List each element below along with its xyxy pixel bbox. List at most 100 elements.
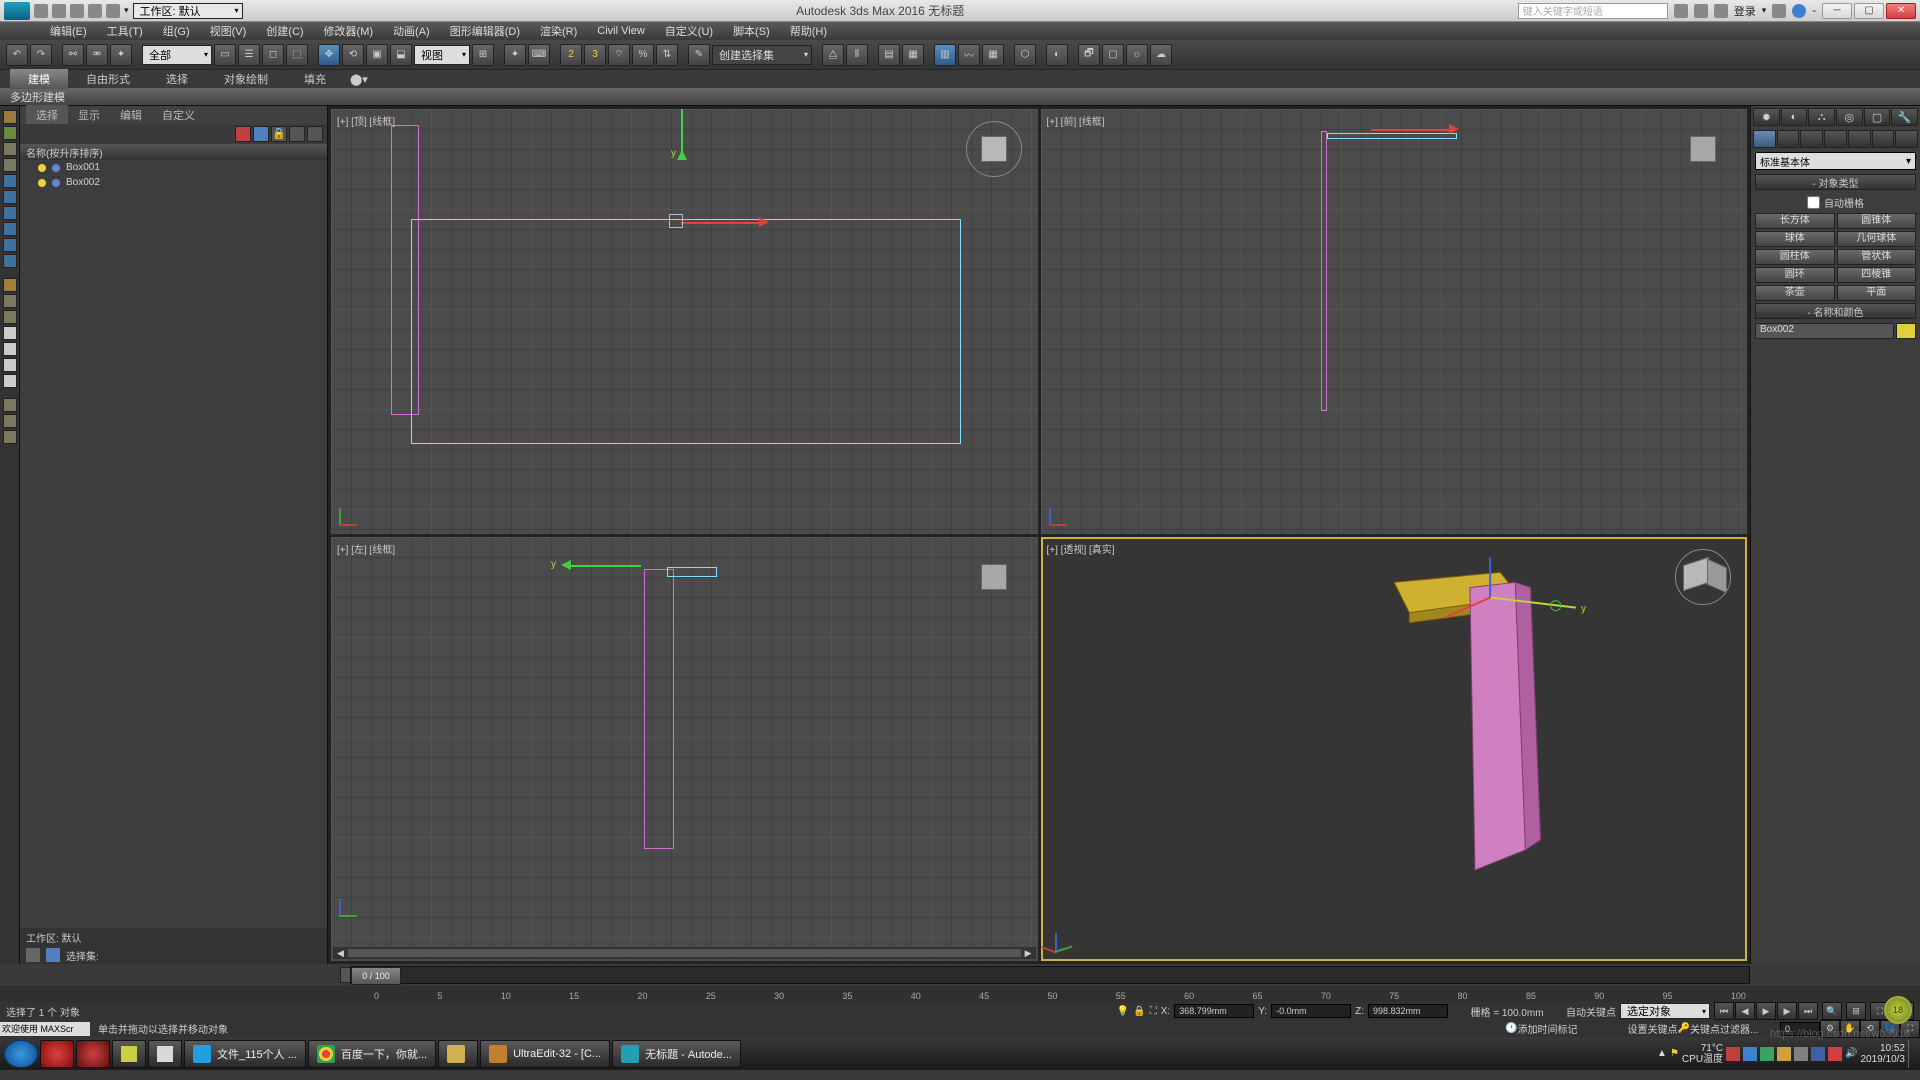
- se-icon[interactable]: [26, 948, 40, 962]
- close-button[interactable]: ✕: [1886, 3, 1916, 19]
- unlink-button[interactable]: ⚮: [86, 44, 108, 66]
- lock-icon[interactable]: 🔒: [1133, 1006, 1145, 1017]
- ribbon-toggle-icon[interactable]: ⬤▾: [344, 73, 374, 86]
- move-button[interactable]: ✥: [318, 44, 340, 66]
- help-icon[interactable]: [1792, 4, 1806, 18]
- tray-volume-icon[interactable]: 🔊: [1845, 1048, 1857, 1059]
- sub-shapes[interactable]: [1777, 130, 1800, 148]
- menu-edit[interactable]: 编辑(E): [40, 21, 97, 41]
- viewcube[interactable]: [1673, 119, 1733, 179]
- rotate-button[interactable]: ⟲: [342, 44, 364, 66]
- lt-icon[interactable]: [3, 326, 17, 340]
- lt-icon[interactable]: [3, 222, 17, 236]
- angle-snap-button[interactable]: ⌔: [608, 44, 630, 66]
- se-tab-edit[interactable]: 编辑: [110, 105, 152, 125]
- se-delete-icon[interactable]: [235, 126, 251, 142]
- key-icon[interactable]: 🔑: [1678, 1023, 1690, 1034]
- ribbon-tab-selection[interactable]: 选择: [148, 69, 206, 89]
- clock-time[interactable]: 10:52: [1861, 1043, 1906, 1054]
- se-icon[interactable]: [307, 126, 323, 142]
- play[interactable]: ▶: [1756, 1002, 1776, 1020]
- system-tray[interactable]: ▲ ⚑ 71°C CPU温度 🔊 10:52 2019/10/3: [1657, 1040, 1916, 1068]
- menu-civilview[interactable]: Civil View: [587, 23, 654, 39]
- menu-rendering[interactable]: 渲染(R): [530, 21, 587, 41]
- se-lock-icon[interactable]: 🔒: [271, 126, 287, 142]
- viewnav-pan[interactable]: ✋: [1840, 1020, 1860, 1038]
- filter-dropdown[interactable]: 全部: [142, 45, 212, 65]
- viewport-top[interactable]: [+] [顶] [线框] y: [331, 109, 1038, 534]
- sub-helpers[interactable]: [1848, 130, 1871, 148]
- lt-icon[interactable]: [3, 110, 17, 124]
- obj-teapot[interactable]: 茶壶: [1755, 285, 1835, 301]
- tray-icon[interactable]: [1794, 1047, 1808, 1061]
- isolate-icon[interactable]: 💡: [1117, 1006, 1129, 1017]
- object-name-input[interactable]: Box002: [1755, 323, 1894, 339]
- link-button[interactable]: ⚯: [62, 44, 84, 66]
- cmd-tab-utilities[interactable]: 🔧: [1891, 108, 1918, 126]
- rollout-objtype[interactable]: - 对象类型: [1755, 174, 1916, 190]
- next-frame[interactable]: ▶: [1777, 1002, 1797, 1020]
- obj-sphere[interactable]: 球体: [1755, 231, 1835, 247]
- time-track[interactable]: 0 / 100: [350, 966, 1750, 984]
- app-menu-icon[interactable]: [4, 2, 30, 20]
- tray-icon[interactable]: [1743, 1047, 1757, 1061]
- viewcube[interactable]: [964, 119, 1024, 179]
- viewport-label[interactable]: [+] [左] [线框]: [337, 541, 395, 556]
- taskbar-pin[interactable]: [148, 1040, 182, 1068]
- se-icon[interactable]: [289, 126, 305, 142]
- qat-undo-icon[interactable]: [88, 4, 102, 18]
- obj-cone[interactable]: 圆锥体: [1837, 213, 1917, 229]
- curve-editor-button[interactable]: 〰: [958, 44, 980, 66]
- coord-mode-icon[interactable]: ⛶: [1150, 1006, 1157, 1017]
- viewport-label[interactable]: [+] [顶] [线框]: [337, 113, 395, 128]
- spinner-snap-button[interactable]: ⇅: [656, 44, 678, 66]
- lt-icon[interactable]: [3, 238, 17, 252]
- rollout-namecolor[interactable]: - 名称和颜色: [1755, 303, 1916, 319]
- taskbar-pin[interactable]: [40, 1040, 74, 1068]
- menu-group[interactable]: 组(G): [153, 21, 200, 41]
- redo-button[interactable]: ↷: [30, 44, 52, 66]
- ribbon-tab-freeform[interactable]: 自由形式: [68, 69, 148, 89]
- placement-button[interactable]: ⬓: [390, 44, 412, 66]
- sub-space[interactable]: [1872, 130, 1895, 148]
- prev-frame[interactable]: ◀: [1735, 1002, 1755, 1020]
- lt-icon[interactable]: [3, 206, 17, 220]
- time-config[interactable]: ⚙: [1820, 1020, 1840, 1038]
- ribbon-tab-modeling[interactable]: 建模: [10, 69, 68, 89]
- qat-save-icon[interactable]: [70, 4, 84, 18]
- lt-icon[interactable]: [3, 174, 17, 188]
- sub-systems[interactable]: [1895, 130, 1918, 148]
- se-icon[interactable]: [46, 948, 60, 962]
- cmd-tab-display[interactable]: ▢: [1864, 108, 1891, 126]
- bind-button[interactable]: ✦: [110, 44, 132, 66]
- menu-help[interactable]: 帮助(H): [780, 21, 837, 41]
- coord-y[interactable]: -0.0mm: [1271, 1004, 1351, 1018]
- obj-torus[interactable]: 圆环: [1755, 267, 1835, 283]
- scrollbar[interactable]: ◀▶: [333, 947, 1036, 959]
- schematic-button[interactable]: ⬡: [1014, 44, 1036, 66]
- autogrid-checkbox[interactable]: [1807, 196, 1820, 209]
- coord-z[interactable]: 998.832mm: [1368, 1004, 1448, 1018]
- selection-set-dropdown[interactable]: 创建选择集: [712, 45, 812, 65]
- qat-new-icon[interactable]: [34, 4, 48, 18]
- tray-expand-icon[interactable]: ▲: [1657, 1048, 1667, 1059]
- keymode-dropdown[interactable]: 选定对象: [1620, 1003, 1710, 1019]
- qat-open-icon[interactable]: [52, 4, 66, 18]
- tray-icon[interactable]: [1811, 1047, 1825, 1061]
- se-list[interactable]: Box001 Box002: [20, 160, 327, 928]
- list-item[interactable]: Box002: [20, 175, 327, 190]
- badge-icon[interactable]: 18: [1884, 996, 1912, 1024]
- viewport-perspective[interactable]: [+] [透视] [真实] y: [1041, 537, 1748, 962]
- window-cross-button[interactable]: ⬚: [286, 44, 308, 66]
- maxscript-listener[interactable]: 欢迎使用 MAXScr: [0, 1022, 90, 1036]
- start-button[interactable]: [4, 1040, 38, 1068]
- mirror-button[interactable]: ⧋: [822, 44, 844, 66]
- visibility-icon[interactable]: [38, 179, 46, 187]
- add-time-tag[interactable]: 添加时间标记: [1518, 1021, 1628, 1036]
- obj-geosphere[interactable]: 几何球体: [1837, 231, 1917, 247]
- material-editor-button[interactable]: ◐: [1046, 44, 1068, 66]
- cmd-tab-hierarchy[interactable]: ⛬: [1808, 108, 1835, 126]
- goto-end[interactable]: ⏭: [1798, 1002, 1818, 1020]
- rect-select-button[interactable]: ◻: [262, 44, 284, 66]
- setkey-button[interactable]: 设置关键点: [1628, 1021, 1678, 1036]
